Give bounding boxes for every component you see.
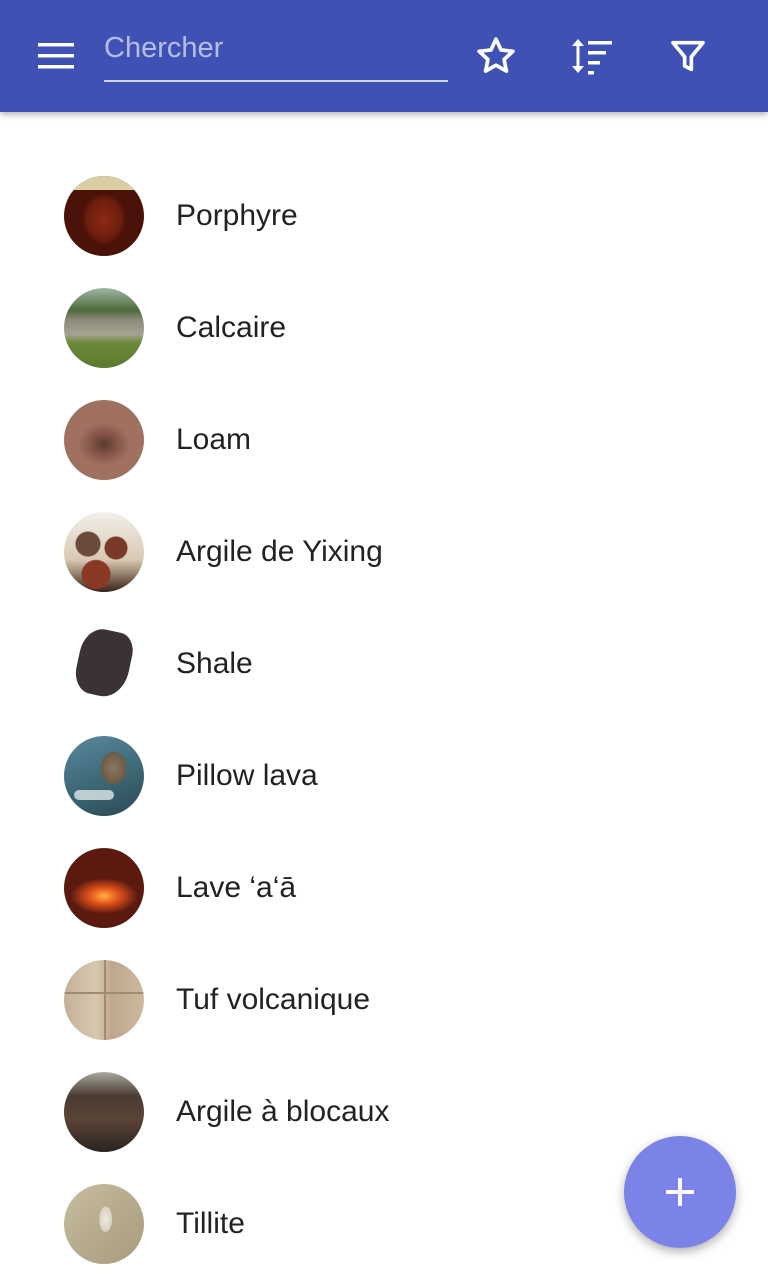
rock-thumbnail (64, 1184, 144, 1264)
list-item-label: Loam (176, 423, 252, 456)
list-item-label: Calcaire (176, 311, 287, 344)
list-item[interactable]: Argile de Yixing (0, 496, 768, 608)
rock-thumbnail (64, 1072, 144, 1152)
list-item-label: Tuf volcanique (176, 983, 371, 1016)
list-item-label: Argile de Yixing (176, 535, 383, 568)
list-item[interactable]: Porphyre (0, 160, 768, 272)
rock-thumbnail (64, 176, 144, 256)
list-item-label: Lave ‘a‘ā (176, 871, 297, 904)
rock-thumbnail (64, 512, 144, 592)
list-item[interactable]: Shale (0, 608, 768, 720)
sort-button[interactable] (564, 28, 620, 84)
list-item-label: Tillite (176, 1207, 245, 1240)
app-bar (0, 0, 768, 112)
list-item-label: Pillow lava (176, 759, 318, 792)
rock-thumbnail (64, 736, 144, 816)
rock-thumbnail (64, 288, 144, 368)
menu-icon (38, 43, 74, 69)
star-icon (477, 37, 515, 73)
menu-button[interactable] (24, 28, 88, 84)
sort-icon (572, 39, 612, 75)
list-item-label: Shale (176, 647, 253, 680)
search-field (104, 22, 448, 82)
rock-thumbnail (64, 624, 144, 704)
rock-thumbnail (64, 400, 144, 480)
list-item[interactable]: Calcaire (0, 272, 768, 384)
list-item[interactable]: Lave ‘a‘ā (0, 832, 768, 944)
rock-thumbnail (64, 960, 144, 1040)
list-item[interactable]: Pillow lava (0, 720, 768, 832)
list-item-label: Porphyre (176, 199, 298, 232)
plus-icon (666, 1178, 694, 1206)
add-button[interactable] (624, 1136, 736, 1248)
filter-button[interactable] (660, 28, 716, 84)
list-item[interactable]: Tuf volcanique (0, 944, 768, 1056)
list-item-label: Argile à blocaux (176, 1095, 390, 1128)
filter-icon (671, 40, 705, 72)
list-item[interactable]: Loam (0, 384, 768, 496)
search-input[interactable] (104, 22, 448, 74)
rock-list: Porphyre Calcaire Loam Argile de Yixing … (0, 160, 768, 1280)
rock-thumbnail (64, 848, 144, 928)
favorites-button[interactable] (468, 28, 524, 84)
